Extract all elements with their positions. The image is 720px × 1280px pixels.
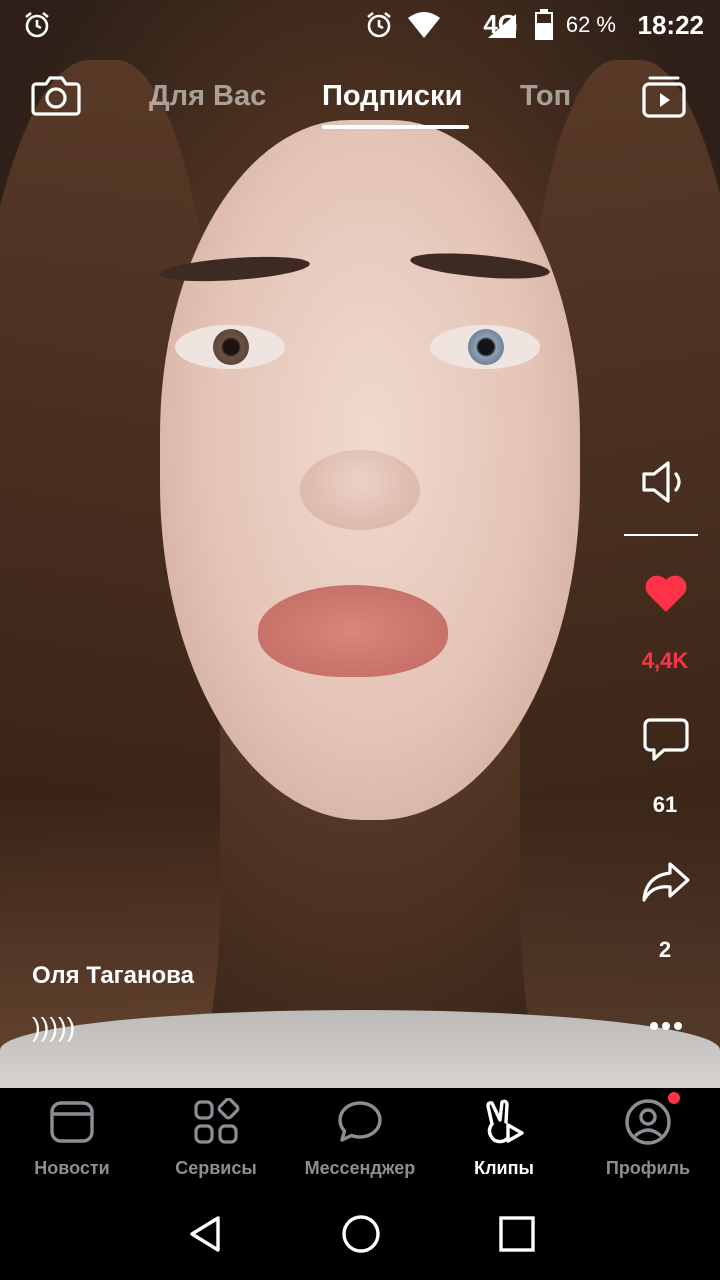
messenger-icon [338, 1101, 382, 1142]
tab-news[interactable]: Новости [0, 1088, 144, 1190]
services-icon [194, 1098, 240, 1144]
battery-level: 62 % [565, 12, 616, 37]
home-icon[interactable] [340, 1213, 382, 1255]
tab-messenger[interactable]: Мессенджер [288, 1088, 432, 1190]
clip-video[interactable] [0, 0, 720, 1088]
eye-left [175, 325, 285, 369]
profile-icon [625, 1099, 671, 1145]
tab-subscriptions[interactable]: Подписки [322, 80, 462, 113]
lips [258, 585, 448, 677]
system-nav-bar [0, 1190, 720, 1280]
wifi-icon [408, 12, 440, 38]
tab-profile-label: Профиль [605, 1158, 691, 1178]
clips-icon [486, 1099, 524, 1144]
back-icon[interactable] [186, 1214, 222, 1254]
tab-services-label: Сервисы [175, 1158, 257, 1178]
eye-right [430, 325, 540, 369]
tab-services[interactable]: Сервисы [144, 1088, 288, 1190]
share-icon[interactable] [640, 860, 692, 904]
recents-icon[interactable] [498, 1215, 536, 1253]
clips-library-icon[interactable] [640, 72, 688, 120]
nose [300, 450, 420, 530]
tab-news-label: Новости [34, 1158, 110, 1178]
signal-icon [488, 14, 516, 38]
author-name[interactable]: Оля Таганова [32, 962, 194, 990]
share-count: 2 [658, 937, 672, 962]
battery-icon [535, 9, 553, 40]
tab-active-indicator [322, 125, 469, 129]
status-bar: 4G 62 % 18:22 [0, 0, 720, 50]
news-icon [50, 1101, 94, 1143]
clock: 18:22 [637, 10, 705, 40]
tab-for-you[interactable]: Для Вас [149, 80, 266, 113]
bottom-tab-bar: Новости Сервисы Мессенджер Клипы Профиль [0, 1088, 720, 1190]
alarm-icon [367, 11, 391, 38]
comment-count: 61 [652, 792, 678, 817]
camera-icon[interactable] [30, 72, 82, 118]
tab-clips-label: Клипы [474, 1158, 534, 1178]
rail-divider [624, 534, 698, 536]
like-icon[interactable] [642, 572, 690, 614]
top-bar: Для Вас Подписки Топ [0, 70, 720, 140]
more-icon[interactable] [648, 1020, 684, 1032]
volume-icon[interactable] [638, 456, 694, 508]
tab-top[interactable]: Топ [520, 80, 571, 113]
alarm-icon [25, 11, 49, 38]
clip-caption: ))))) [32, 1012, 76, 1042]
tab-clips[interactable]: Клипы [432, 1088, 576, 1190]
tab-profile[interactable]: Профиль [576, 1088, 720, 1190]
comment-icon[interactable] [642, 716, 690, 764]
tab-messenger-label: Мессенджер [304, 1158, 416, 1178]
shirt [0, 1010, 720, 1088]
like-count: 4,4K [641, 648, 689, 673]
profile-notification-badge [668, 1092, 680, 1104]
